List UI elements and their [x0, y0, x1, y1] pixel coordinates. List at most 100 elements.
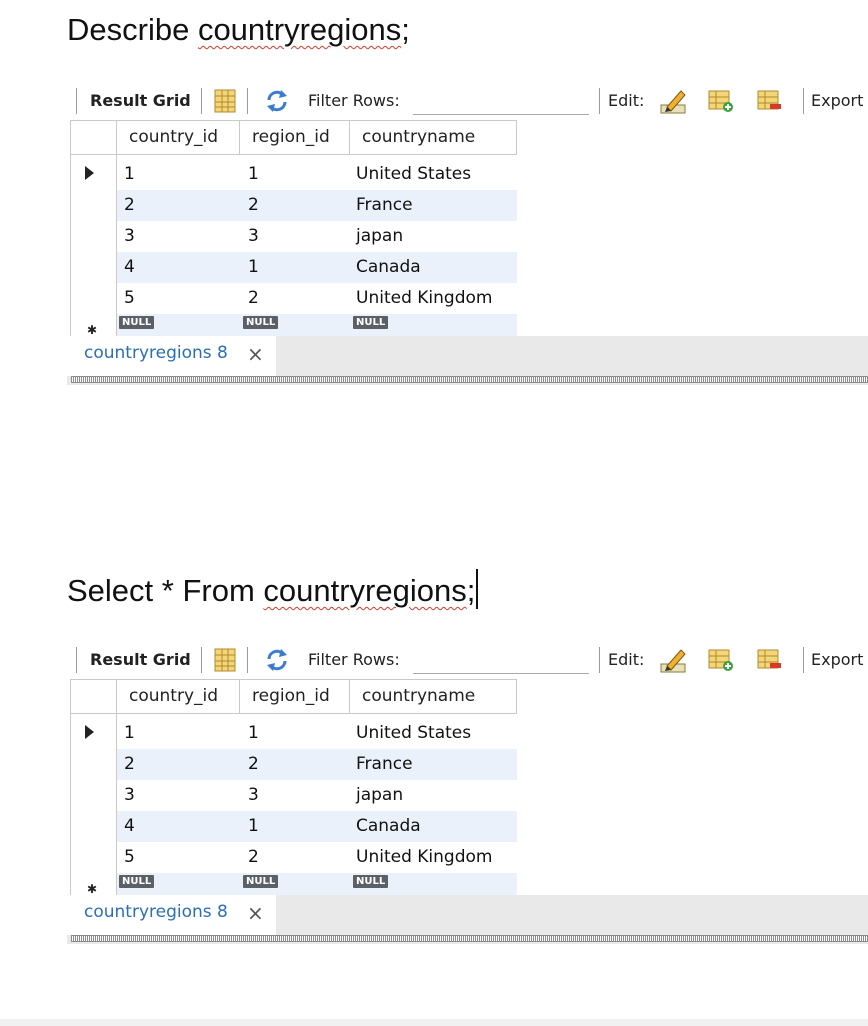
- result-grid-button[interactable]: Result Grid: [90, 91, 191, 110]
- cell-country-id[interactable]: 4: [124, 811, 135, 842]
- cell-country-id[interactable]: 5: [124, 283, 135, 314]
- filter-rows-label: Filter Rows:: [308, 650, 400, 669]
- table-row[interactable]: 2 2 France: [117, 749, 517, 780]
- horizontal-scrollbar[interactable]: [71, 376, 868, 383]
- cell-countryname[interactable]: Canada: [356, 811, 421, 842]
- table-row[interactable]: 5 2 United Kingdom: [117, 283, 517, 314]
- export-button[interactable]: Export: [811, 91, 863, 110]
- query-terminator: ;: [401, 12, 410, 47]
- cell-country-id[interactable]: 4: [124, 252, 135, 283]
- cell-countryname[interactable]: United States: [356, 159, 471, 190]
- row-pointer-icon: [85, 166, 94, 180]
- result-tab-strip: countryregions 8 ×: [67, 336, 868, 385]
- cell-region-id[interactable]: 2: [248, 283, 259, 314]
- grid-layout-icon[interactable]: [211, 87, 239, 115]
- cell-country-id[interactable]: 3: [124, 221, 135, 252]
- text-cursor: [476, 569, 479, 609]
- cell-countryname[interactable]: japan: [356, 780, 403, 811]
- add-row-icon[interactable]: [706, 646, 734, 674]
- table-row[interactable]: 2 2 France: [117, 190, 517, 221]
- table-row[interactable]: 3 3 japan: [117, 780, 517, 811]
- delete-row-icon[interactable]: [755, 646, 783, 674]
- result-grid[interactable]: country_id region_id countryname ✱ 1 1 U…: [70, 120, 868, 336]
- edit-label: Edit:: [608, 91, 645, 110]
- table-row[interactable]: 3 3 japan: [117, 221, 517, 252]
- query-terminator: ;: [466, 573, 476, 608]
- table-row[interactable]: 5 2 United Kingdom: [117, 842, 517, 873]
- cell-region-id[interactable]: 3: [248, 780, 259, 811]
- column-header-country-id[interactable]: country_id: [117, 679, 240, 714]
- query-line-select[interactable]: Select * From countryregions;: [67, 569, 479, 611]
- grid-layout-icon[interactable]: [211, 646, 239, 674]
- cell-countryname[interactable]: France: [356, 190, 413, 221]
- cell-country-id[interactable]: 5: [124, 842, 135, 873]
- new-row-star-icon: ✱: [87, 323, 98, 336]
- toolbar-separator: [201, 647, 202, 673]
- column-header-country-id[interactable]: country_id: [117, 120, 240, 155]
- close-icon[interactable]: ×: [247, 342, 264, 366]
- query-line-describe[interactable]: Describe countryregions;: [67, 10, 410, 50]
- cell-region-id[interactable]: 2: [248, 749, 259, 780]
- result-toolbar: Result Grid Filter Rows: Edit: Export: [67, 83, 868, 119]
- refresh-icon[interactable]: [263, 646, 291, 674]
- column-header-region-id[interactable]: region_id: [240, 120, 350, 155]
- table-row[interactable]: 1 1 United States: [117, 159, 517, 190]
- query-keyword: Describe: [67, 12, 198, 47]
- new-row-star-icon: ✱: [87, 882, 98, 895]
- cell-country-id[interactable]: 3: [124, 780, 135, 811]
- column-header-region-id[interactable]: region_id: [240, 679, 350, 714]
- column-header-countryname[interactable]: countryname: [350, 120, 517, 155]
- result-grid-button[interactable]: Result Grid: [90, 650, 191, 669]
- cell-region-id[interactable]: 2: [248, 842, 259, 873]
- cell-region-id[interactable]: 1: [248, 252, 259, 283]
- cell-country-id[interactable]: 1: [124, 159, 135, 190]
- cell-countryname[interactable]: japan: [356, 221, 403, 252]
- toolbar-separator: [599, 88, 600, 114]
- horizontal-scrollbar[interactable]: [71, 935, 868, 942]
- refresh-icon[interactable]: [263, 87, 291, 115]
- toolbar-separator: [803, 647, 804, 673]
- cell-countryname[interactable]: Canada: [356, 252, 421, 283]
- new-row[interactable]: NULL NULL NULL: [117, 873, 517, 895]
- new-row[interactable]: NULL NULL NULL: [117, 314, 517, 336]
- cell-country-id[interactable]: 2: [124, 749, 135, 780]
- result-tab[interactable]: countryregions 8 ×: [67, 895, 276, 935]
- cell-region-id[interactable]: 1: [248, 811, 259, 842]
- result-grid[interactable]: country_id region_id countryname ✱ 1 1 U…: [70, 679, 868, 895]
- cell-country-id[interactable]: 2: [124, 190, 135, 221]
- add-row-icon[interactable]: [706, 87, 734, 115]
- edit-pencil-icon[interactable]: [659, 646, 687, 674]
- result-panel-1: Result Grid Filter Rows: Edit: Export co…: [67, 83, 868, 385]
- cell-region-id[interactable]: 2: [248, 190, 259, 221]
- table-row[interactable]: 4 1 Canada: [117, 252, 517, 283]
- filter-rows-input[interactable]: [413, 643, 589, 674]
- edit-pencil-icon[interactable]: [659, 87, 687, 115]
- cell-country-id[interactable]: 1: [124, 718, 135, 749]
- cell-region-id[interactable]: 1: [248, 718, 259, 749]
- row-header-corner: [71, 120, 117, 155]
- toolbar-separator: [76, 88, 77, 114]
- toolbar-separator: [76, 647, 77, 673]
- toolbar-separator: [201, 88, 202, 114]
- cell-countryname[interactable]: United Kingdom: [356, 842, 492, 873]
- result-tab-label: countryregions 8: [84, 902, 228, 922]
- null-badge: NULL: [353, 875, 389, 888]
- cell-region-id[interactable]: 1: [248, 159, 259, 190]
- row-header-corner: [71, 679, 117, 714]
- result-tab[interactable]: countryregions 8 ×: [67, 336, 276, 376]
- null-badge: NULL: [243, 316, 279, 329]
- table-row[interactable]: 1 1 United States: [117, 718, 517, 749]
- null-badge: NULL: [243, 875, 279, 888]
- filter-rows-input[interactable]: [413, 84, 589, 115]
- cell-countryname[interactable]: France: [356, 749, 413, 780]
- null-badge: NULL: [119, 875, 155, 888]
- cell-region-id[interactable]: 3: [248, 221, 259, 252]
- table-row[interactable]: 4 1 Canada: [117, 811, 517, 842]
- cell-countryname[interactable]: United Kingdom: [356, 283, 492, 314]
- close-icon[interactable]: ×: [247, 901, 264, 925]
- export-button[interactable]: Export: [811, 650, 863, 669]
- cell-countryname[interactable]: United States: [356, 718, 471, 749]
- delete-row-icon[interactable]: [755, 87, 783, 115]
- toolbar-separator: [803, 88, 804, 114]
- column-header-countryname[interactable]: countryname: [350, 679, 517, 714]
